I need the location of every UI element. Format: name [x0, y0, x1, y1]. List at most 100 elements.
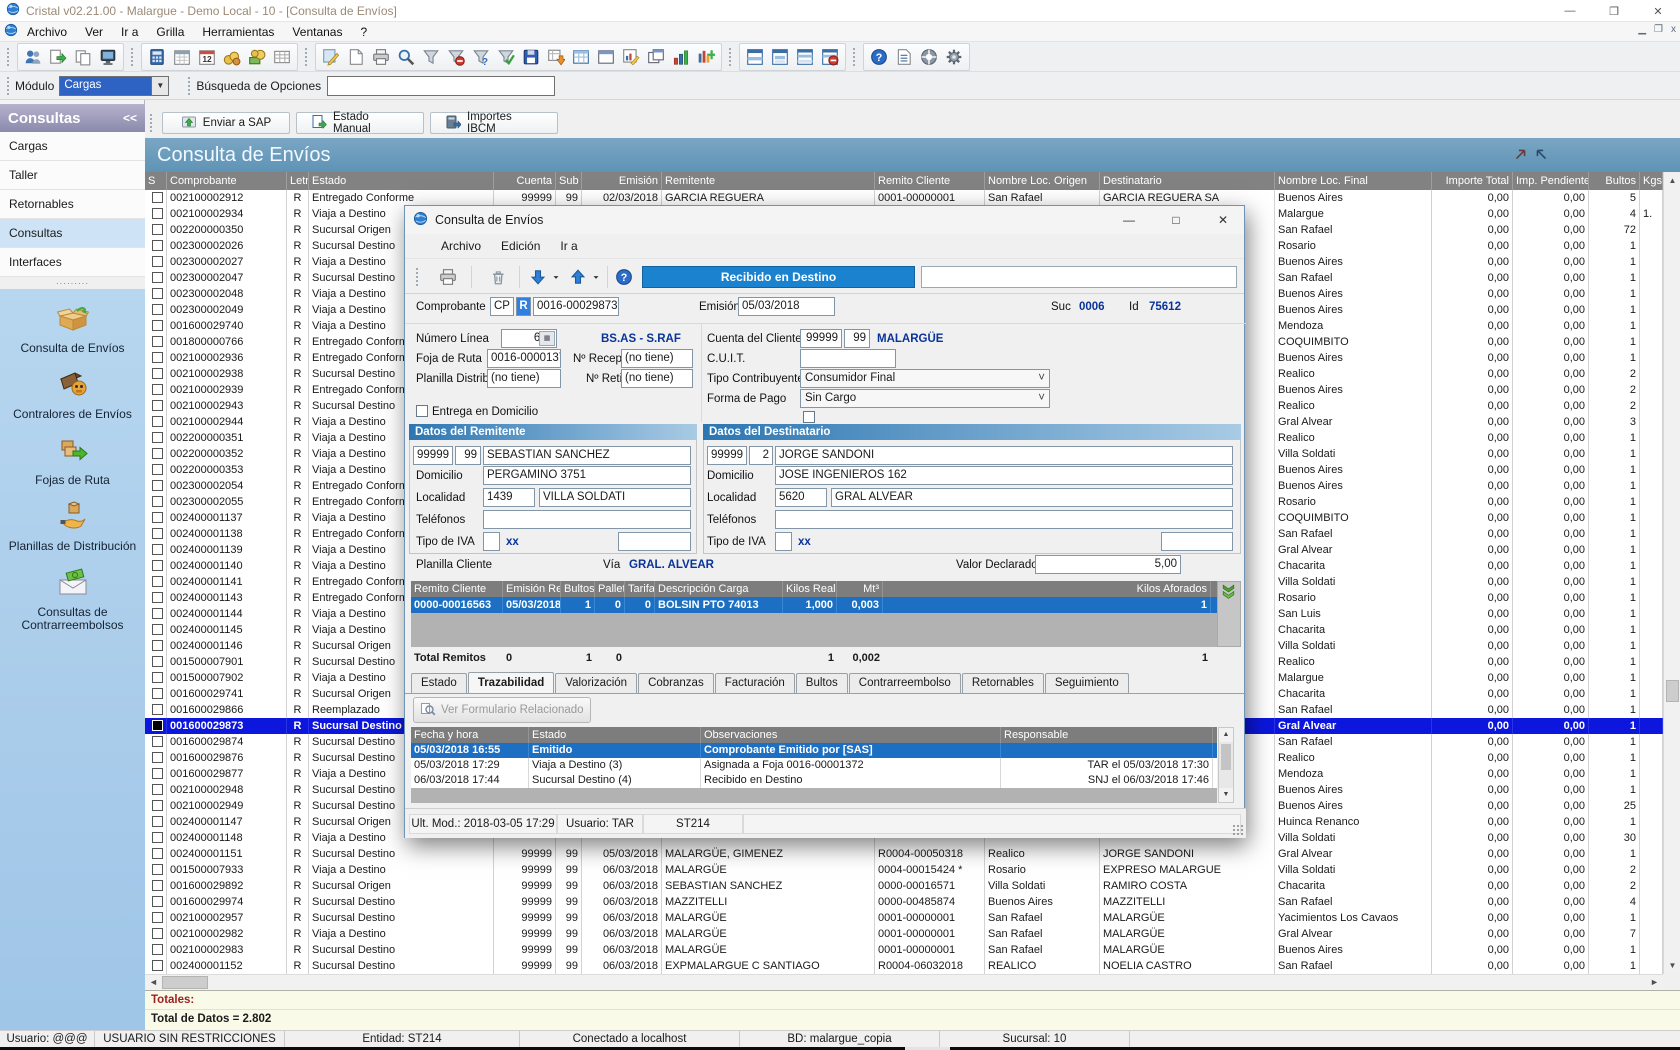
row-checkbox[interactable]: [152, 800, 163, 811]
sidebar-splitter[interactable]: ·········: [0, 277, 145, 289]
filter-icon[interactable]: [419, 45, 443, 69]
coins-icon[interactable]: [220, 45, 244, 69]
sidebar-tool-contralores-de-envíos[interactable]: Contralores de Envíos: [0, 369, 145, 421]
tab-contrarreembolso[interactable]: Contrarreembolso: [849, 673, 961, 693]
tab-estado[interactable]: Estado: [411, 673, 467, 693]
row-checkbox[interactable]: [152, 528, 163, 539]
recepcion-field[interactable]: (no tiene): [621, 349, 693, 368]
search-options-input[interactable]: [327, 76, 555, 96]
row-checkbox[interactable]: [152, 752, 163, 763]
row-checkbox[interactable]: [152, 768, 163, 779]
split-horizontal-icon[interactable]: [743, 45, 767, 69]
forma-pago-combobox[interactable]: Sin Cargo: [800, 389, 1050, 408]
row-checkbox[interactable]: [152, 576, 163, 587]
row-checkbox[interactable]: [152, 560, 163, 571]
row-checkbox[interactable]: [152, 512, 163, 523]
comprobante-numero-field[interactable]: 0016-00029873: [533, 297, 619, 316]
chevron-down-icon[interactable]: [549, 264, 563, 290]
destinatario-cuenta-field[interactable]: 99999: [707, 446, 747, 465]
row-checkbox[interactable]: [152, 880, 163, 891]
row-checkbox[interactable]: [152, 320, 163, 331]
scrollbar-thumb[interactable]: [162, 976, 208, 989]
filter-question-icon[interactable]: ?: [469, 45, 493, 69]
scroll-right-icon[interactable]: ►: [1646, 975, 1663, 991]
emision-field[interactable]: 05/03/2018: [738, 297, 835, 316]
grid-row[interactable]: 002100002983RSucursal Destino999999906/0…: [145, 942, 1663, 958]
trazabilidad-row[interactable]: 06/03/2018 17:44Sucursal Destino (4)Reci…: [411, 773, 1217, 788]
monitor-icon[interactable]: [96, 45, 120, 69]
row-checkbox[interactable]: [152, 912, 163, 923]
menu-item-ir-a[interactable]: Ir a: [112, 25, 147, 39]
calendar-12-icon[interactable]: 12: [195, 45, 219, 69]
trazabilidad-grid[interactable]: Fecha y horaEstadoObservacionesResponsab…: [411, 727, 1217, 803]
trazabilidad-row[interactable]: 05/03/2018 16:55EmitidoComprobante Emiti…: [411, 743, 1217, 758]
remitente-iva-field[interactable]: [483, 532, 500, 551]
foja-field[interactable]: 0016-00001372: [487, 349, 561, 368]
users-icon[interactable]: [21, 45, 45, 69]
remitos-grid[interactable]: Remito ClienteEmisión RemitoBultosPallet…: [411, 581, 1217, 647]
row-checkbox[interactable]: [152, 240, 163, 251]
row-checkbox[interactable]: [152, 304, 163, 315]
manual-icon[interactable]: [892, 45, 916, 69]
grid-row[interactable]: 001600029892RSucursal Origen999999906/03…: [145, 878, 1663, 894]
row-checkbox[interactable]: [152, 832, 163, 843]
tab-bultos[interactable]: Bultos: [796, 673, 848, 693]
lookup-button[interactable]: ▦: [539, 331, 555, 346]
row-checkbox[interactable]: [152, 384, 163, 395]
sidebar-item-taller[interactable]: Taller: [0, 161, 145, 190]
row-checkbox[interactable]: [152, 288, 163, 299]
retiro-field[interactable]: (no tiene): [621, 369, 693, 388]
copy-window-icon[interactable]: [644, 45, 668, 69]
remitos-column-pallets[interactable]: Pallets: [595, 581, 625, 597]
bar-chart-icon[interactable]: [669, 45, 693, 69]
destinatario-nombre-field[interactable]: JORGE SANDONI: [775, 446, 1233, 465]
comprobante-tipo-field[interactable]: CP: [490, 297, 514, 316]
destinatario-iva-field[interactable]: [775, 532, 792, 551]
remitente-localidad-field[interactable]: VILLA SOLDATI: [539, 488, 691, 507]
column-header-letra[interactable]: Letra: [287, 172, 309, 190]
remitente-domicilio-field[interactable]: PERGAMINO 3751: [483, 466, 691, 485]
column-header-s[interactable]: S: [145, 172, 167, 190]
comprobante-letra-field[interactable]: R: [516, 297, 531, 316]
next-state-button[interactable]: [565, 264, 591, 290]
row-checkbox[interactable]: [152, 464, 163, 475]
sidebar-tool-planillas-de-distribución[interactable]: Planillas de Distribución: [0, 501, 145, 553]
destinatario-sub-field[interactable]: 2: [749, 446, 773, 465]
scroll-down-icon[interactable]: ▼: [1219, 788, 1233, 802]
row-checkbox[interactable]: [152, 672, 163, 683]
calendar-icon[interactable]: [170, 45, 194, 69]
row-checkbox[interactable]: [152, 816, 163, 827]
settings-icon[interactable]: [942, 45, 966, 69]
grid-icon[interactable]: [569, 45, 593, 69]
scroll-up-icon[interactable]: ▲: [1219, 728, 1233, 742]
chevron-down-icon[interactable]: ▼: [151, 77, 168, 95]
column-header-imp-pendiente[interactable]: Imp. Pendiente: [1513, 172, 1589, 190]
mdi-minimize-icon[interactable]: ▁: [1638, 24, 1646, 35]
calculator-icon[interactable]: [145, 45, 169, 69]
panel-option-icon-2[interactable]: [1535, 144, 1548, 167]
sidebar-tool-consultas-de[interactable]: Consultas deContrarreembolsos: [0, 567, 145, 632]
destinatario-localidad-field[interactable]: GRAL ALVEAR: [831, 488, 1233, 507]
remitente-cp-field[interactable]: 1439: [483, 488, 535, 507]
dialog-menu-item-archivo[interactable]: Archivo: [431, 239, 491, 253]
unlabeled-checkbox[interactable]: [803, 411, 815, 423]
destinatario-iva-extra-field[interactable]: [1161, 532, 1233, 551]
remitos-column-bultos[interactable]: Bultos: [561, 581, 595, 597]
row-checkbox[interactable]: [152, 640, 163, 651]
chart-edit-icon[interactable]: [619, 45, 643, 69]
row-checkbox[interactable]: [152, 896, 163, 907]
tab-cobranzas[interactable]: Cobranzas: [638, 673, 714, 693]
column-header-estado[interactable]: Estado: [309, 172, 494, 190]
mdi-restore-icon[interactable]: ❐: [1654, 24, 1663, 35]
cuenta-cliente-num-field[interactable]: 99999: [800, 329, 842, 348]
dialog-menu-item-edición[interactable]: Edición: [491, 239, 550, 253]
column-header-nombre-loc-final[interactable]: Nombre Loc. Final: [1275, 172, 1432, 190]
grid-row[interactable]: 001500007933RViaja a Destino999999906/03…: [145, 862, 1663, 878]
row-checkbox[interactable]: [152, 704, 163, 715]
row-checkbox[interactable]: [152, 416, 163, 427]
remitos-column-descripción-carga[interactable]: Descripción Carga: [655, 581, 783, 597]
menu-item-ventanas[interactable]: Ventanas: [283, 25, 351, 39]
column-header-destinatario[interactable]: Destinatario: [1100, 172, 1275, 190]
row-checkbox[interactable]: [152, 864, 163, 875]
grid-row[interactable]: 002100002957RSucursal Destino999999906/0…: [145, 910, 1663, 926]
